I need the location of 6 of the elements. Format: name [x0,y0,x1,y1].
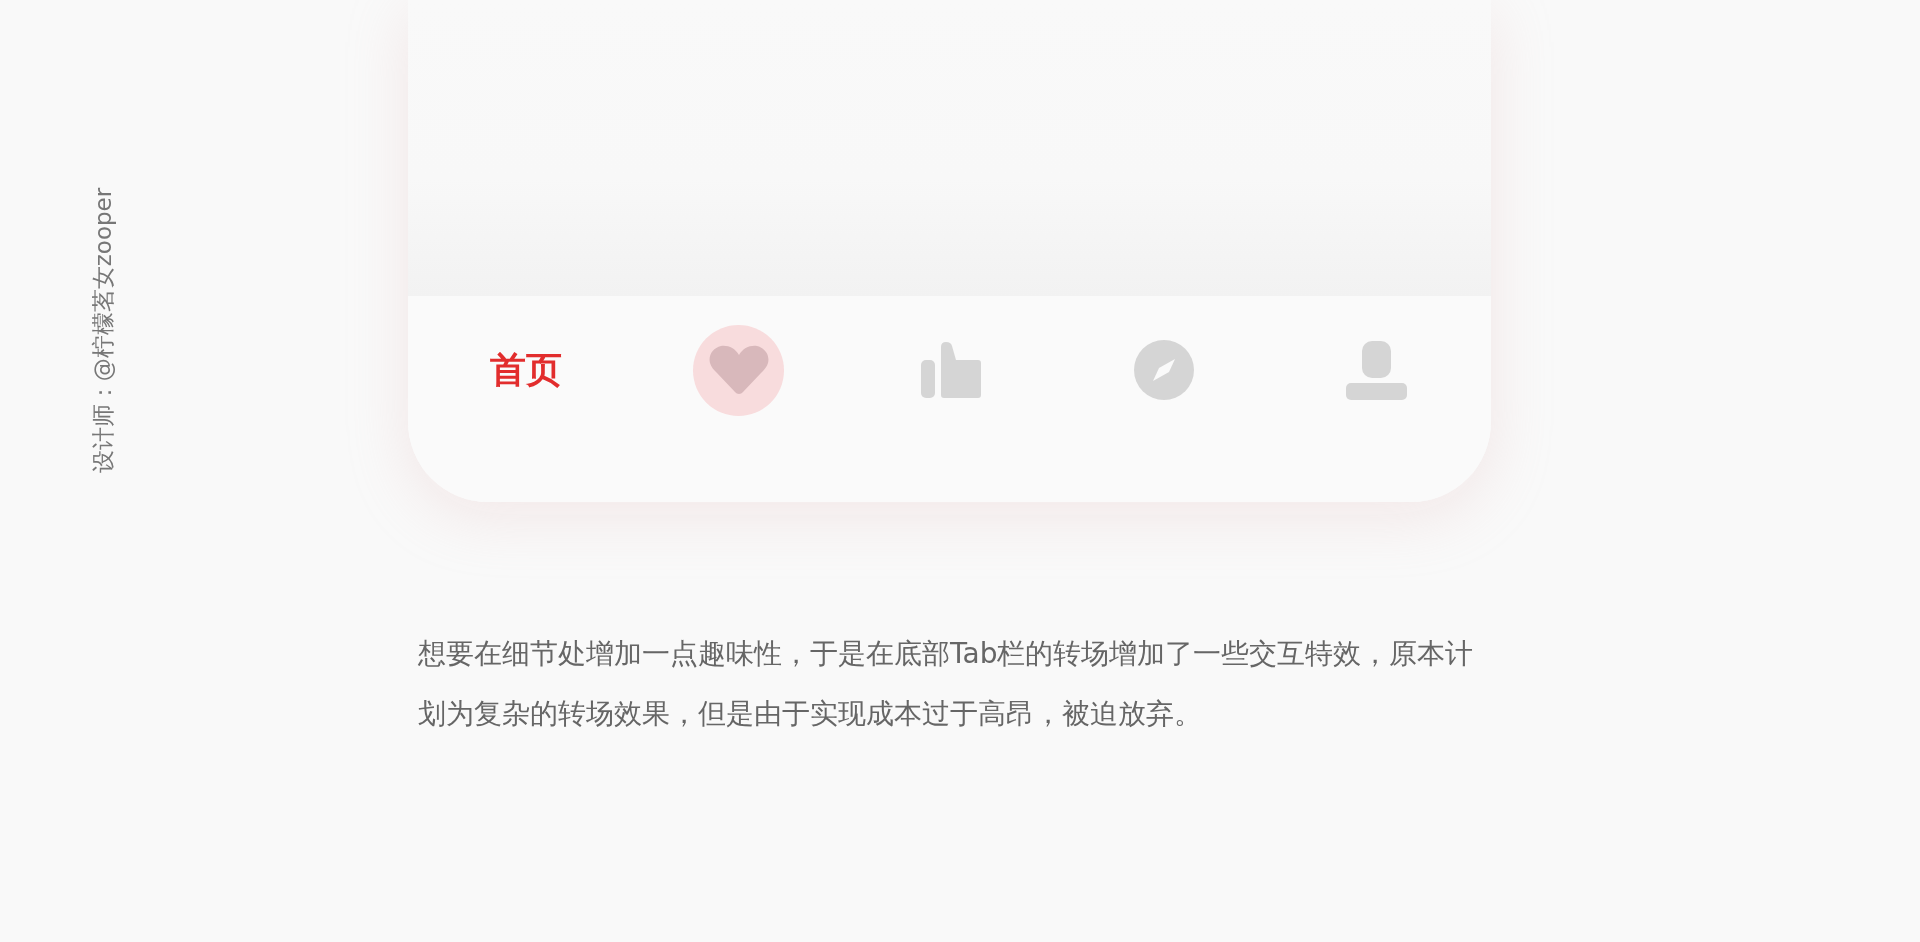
thumbs-up-icon[interactable] [921,342,982,398]
description-text: 想要在细节处增加一点趣味性，于是在底部Tab栏的转场增加了一些交互特效，原本计划为复杂的转场效果，但是由于实现成本过于高昂，被迫放弃。 [417,636,1475,732]
person-icon[interactable] [1346,340,1408,400]
compass-icon[interactable] [1134,340,1195,400]
home-tab[interactable]: 首页 [490,350,563,390]
designer-credit: 设计师：@柠檬茗女zooper [92,187,116,473]
